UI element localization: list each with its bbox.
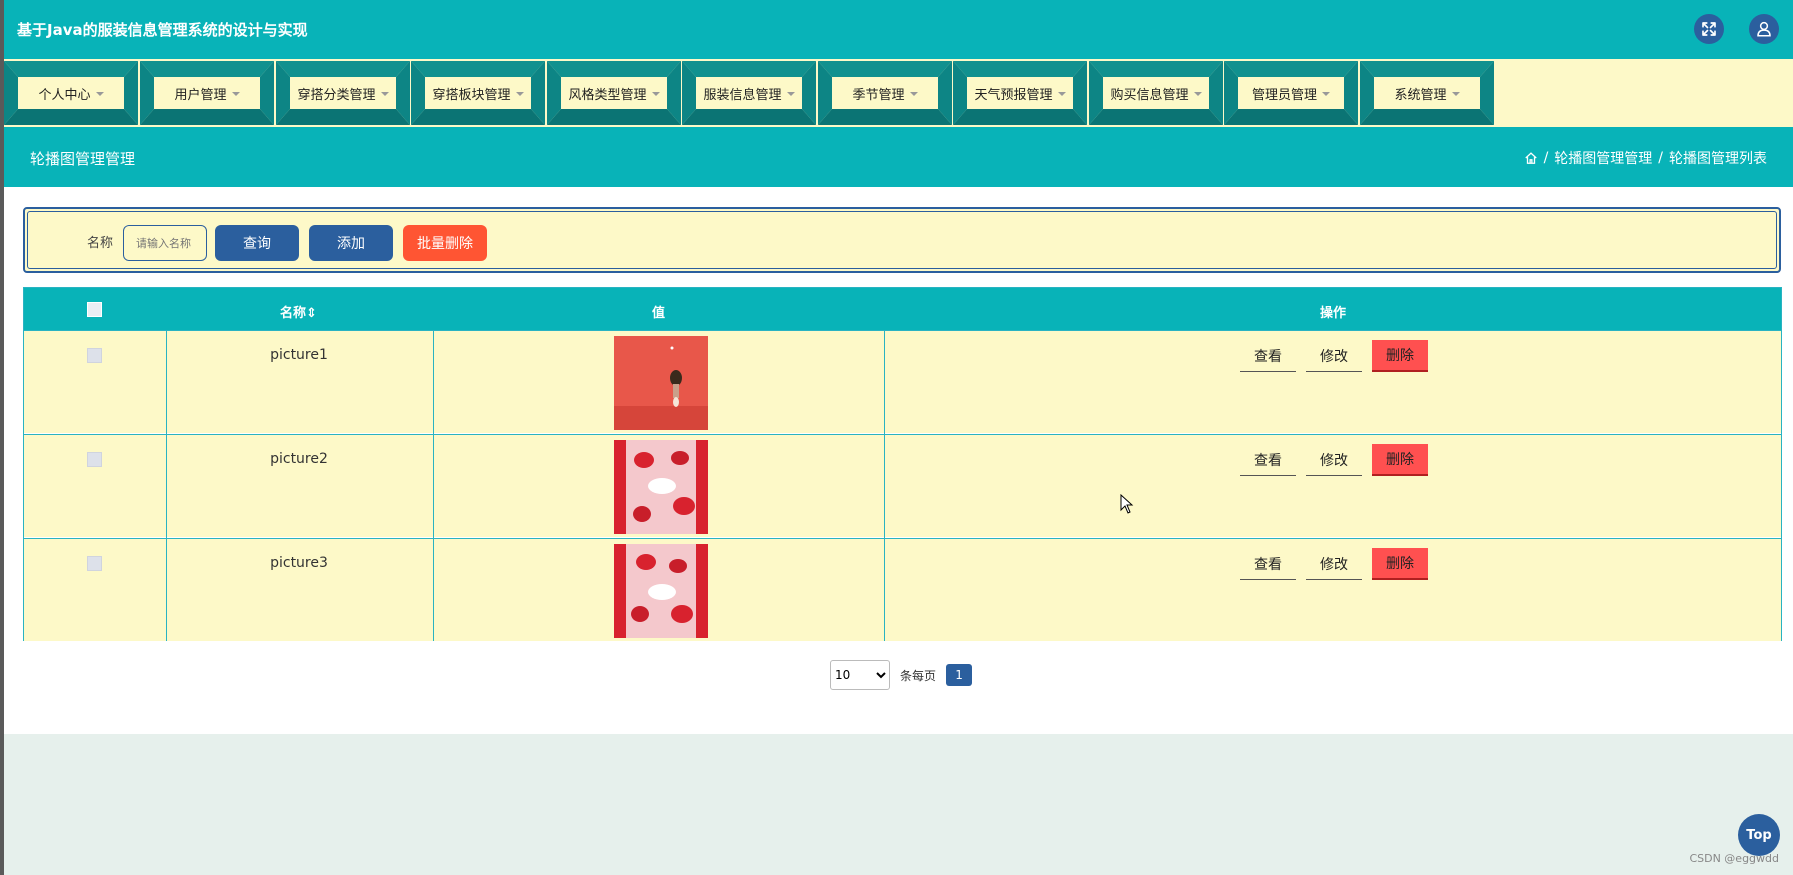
row-name: picture3 bbox=[270, 555, 328, 571]
caret-down-icon bbox=[95, 91, 104, 96]
nav-label: 天气预报管理 bbox=[974, 87, 1053, 103]
nav-item-weather[interactable]: 天气预报管理 bbox=[953, 61, 1087, 125]
breadcrumb-item[interactable]: 轮播图管理管理 bbox=[1554, 148, 1652, 168]
user-icon bbox=[1757, 21, 1771, 37]
edit-button[interactable]: 修改 bbox=[1306, 444, 1362, 476]
search-bar: 名称 查询 添加 批量删除 bbox=[23, 207, 1781, 273]
row-actions: 查看 修改 删除 bbox=[1240, 548, 1428, 580]
name-label: 名称 bbox=[87, 236, 114, 251]
row-image[interactable] bbox=[614, 440, 708, 534]
watermark: CSDN @eggwdd bbox=[1689, 852, 1779, 865]
column-header-label: 名称 bbox=[280, 306, 307, 321]
nav-item-outfit-category[interactable]: 穿搭分类管理 bbox=[276, 61, 410, 125]
edit-button[interactable]: 修改 bbox=[1306, 340, 1362, 372]
column-divider bbox=[433, 330, 434, 641]
nav-label: 季节管理 bbox=[852, 87, 905, 103]
app-title: 基于Java的服装信息管理系统的设计与实现 bbox=[17, 21, 308, 39]
per-page-label: 条每页 bbox=[900, 668, 937, 683]
nav-item-admin[interactable]: 管理员管理 bbox=[1224, 61, 1358, 125]
nav-label: 购买信息管理 bbox=[1110, 87, 1189, 103]
row-checkbox[interactable] bbox=[87, 348, 102, 363]
caret-down-icon bbox=[515, 91, 524, 96]
query-button[interactable]: 查询 bbox=[215, 225, 299, 261]
caret-down-icon bbox=[909, 91, 918, 96]
page-size-select[interactable]: 10 bbox=[830, 660, 890, 690]
caret-down-icon bbox=[1057, 91, 1066, 96]
view-button[interactable]: 查看 bbox=[1240, 548, 1296, 580]
caret-down-icon bbox=[1193, 91, 1202, 96]
caret-down-icon bbox=[1322, 91, 1330, 96]
nav-label: 个人中心 bbox=[38, 87, 91, 103]
nav-label: 管理员管理 bbox=[1251, 87, 1317, 103]
row-checkbox[interactable] bbox=[87, 556, 102, 571]
nav-label: 风格类型管理 bbox=[568, 87, 647, 103]
delete-button[interactable]: 删除 bbox=[1372, 444, 1428, 476]
home-icon[interactable] bbox=[1524, 151, 1538, 165]
caret-down-icon bbox=[786, 91, 795, 96]
column-header-ops: 操作 bbox=[1320, 306, 1347, 321]
add-button[interactable]: 添加 bbox=[309, 225, 393, 261]
page-number-current[interactable]: 1 bbox=[946, 664, 973, 686]
delete-button[interactable]: 删除 bbox=[1372, 548, 1428, 580]
table-row: picture3 查看 修改 删除 bbox=[24, 538, 1781, 641]
page-title: 轮播图管理管理 bbox=[30, 150, 136, 168]
breadcrumb-separator: / bbox=[1543, 150, 1549, 166]
nav-item-system[interactable]: 系统管理 bbox=[1360, 61, 1494, 125]
column-header-name[interactable]: 名称⇕ bbox=[280, 302, 317, 321]
nav-item-personal[interactable]: 个人中心 bbox=[4, 61, 138, 125]
table-header: 名称⇕ 值 操作 bbox=[24, 288, 1781, 330]
user-button[interactable] bbox=[1749, 14, 1779, 44]
column-divider bbox=[884, 330, 885, 641]
nav-label: 服装信息管理 bbox=[703, 87, 782, 103]
row-actions: 查看 修改 删除 bbox=[1240, 340, 1428, 372]
breadcrumb-separator: / bbox=[1658, 150, 1663, 166]
top-header: 基于Java的服装信息管理系统的设计与实现 bbox=[4, 0, 1793, 59]
nav-label: 穿搭分类管理 bbox=[297, 87, 376, 103]
row-image[interactable] bbox=[614, 544, 708, 638]
caret-down-icon bbox=[231, 91, 240, 96]
nav-item-clothing-info[interactable]: 服装信息管理 bbox=[682, 61, 816, 125]
row-name: picture1 bbox=[270, 347, 328, 363]
nav-item-style-type[interactable]: 风格类型管理 bbox=[547, 61, 681, 125]
column-divider bbox=[166, 330, 167, 641]
view-button[interactable]: 查看 bbox=[1240, 340, 1296, 372]
view-button[interactable]: 查看 bbox=[1240, 444, 1296, 476]
caret-down-icon bbox=[651, 91, 660, 96]
nav-item-purchase[interactable]: 购买信息管理 bbox=[1089, 61, 1223, 125]
select-all-checkbox[interactable] bbox=[87, 302, 102, 317]
fullscreen-button[interactable] bbox=[1694, 14, 1724, 44]
nav-label: 穿搭板块管理 bbox=[432, 87, 511, 103]
caret-down-icon bbox=[380, 91, 389, 96]
breadcrumb-current: 轮播图管理列表 bbox=[1669, 151, 1767, 167]
nav-item-season[interactable]: 季节管理 bbox=[818, 61, 952, 125]
name-search-input[interactable] bbox=[123, 225, 207, 261]
pagination: 10 条每页 1 bbox=[830, 660, 973, 690]
column-header-value: 值 bbox=[652, 306, 666, 321]
row-image[interactable] bbox=[614, 336, 708, 430]
batch-delete-button[interactable]: 批量删除 bbox=[403, 225, 487, 261]
table-row: picture1 查看 修改 删除 bbox=[24, 330, 1781, 433]
nav-item-outfit-board[interactable]: 穿搭板块管理 bbox=[411, 61, 545, 125]
breadcrumb: / 轮播图管理管理 / 轮播图管理列表 bbox=[1524, 148, 1767, 168]
nav-item-users[interactable]: 用户管理 bbox=[140, 61, 274, 125]
main-nav: 个人中心 用户管理 穿搭分类管理 穿搭板块管理 风格类型管理 服装信息管理 季节… bbox=[4, 59, 1793, 127]
content-panel: 名称 查询 添加 批量删除 名称⇕ 值 操作 picture1 查看 修改 bbox=[4, 187, 1793, 734]
sort-icon: ⇕ bbox=[306, 306, 317, 321]
breadcrumb-bar: 轮播图管理管理 / 轮播图管理管理 / 轮播图管理列表 bbox=[4, 127, 1793, 187]
nav-label: 用户管理 bbox=[174, 87, 227, 103]
row-name: picture2 bbox=[270, 451, 328, 467]
nav-label: 系统管理 bbox=[1394, 87, 1447, 103]
caret-down-icon bbox=[1451, 91, 1460, 96]
delete-button[interactable]: 删除 bbox=[1372, 340, 1428, 372]
row-checkbox[interactable] bbox=[87, 452, 102, 467]
row-actions: 查看 修改 删除 bbox=[1240, 444, 1428, 476]
back-to-top-button[interactable]: Top bbox=[1738, 814, 1780, 856]
data-table: 名称⇕ 值 操作 picture1 查看 修改 删除 picture2 查看 修… bbox=[23, 287, 1782, 641]
table-row: picture2 查看 修改 删除 bbox=[24, 434, 1781, 537]
edit-button[interactable]: 修改 bbox=[1306, 548, 1362, 580]
expand-icon bbox=[1702, 22, 1716, 36]
mouse-cursor-icon bbox=[1120, 494, 1134, 514]
